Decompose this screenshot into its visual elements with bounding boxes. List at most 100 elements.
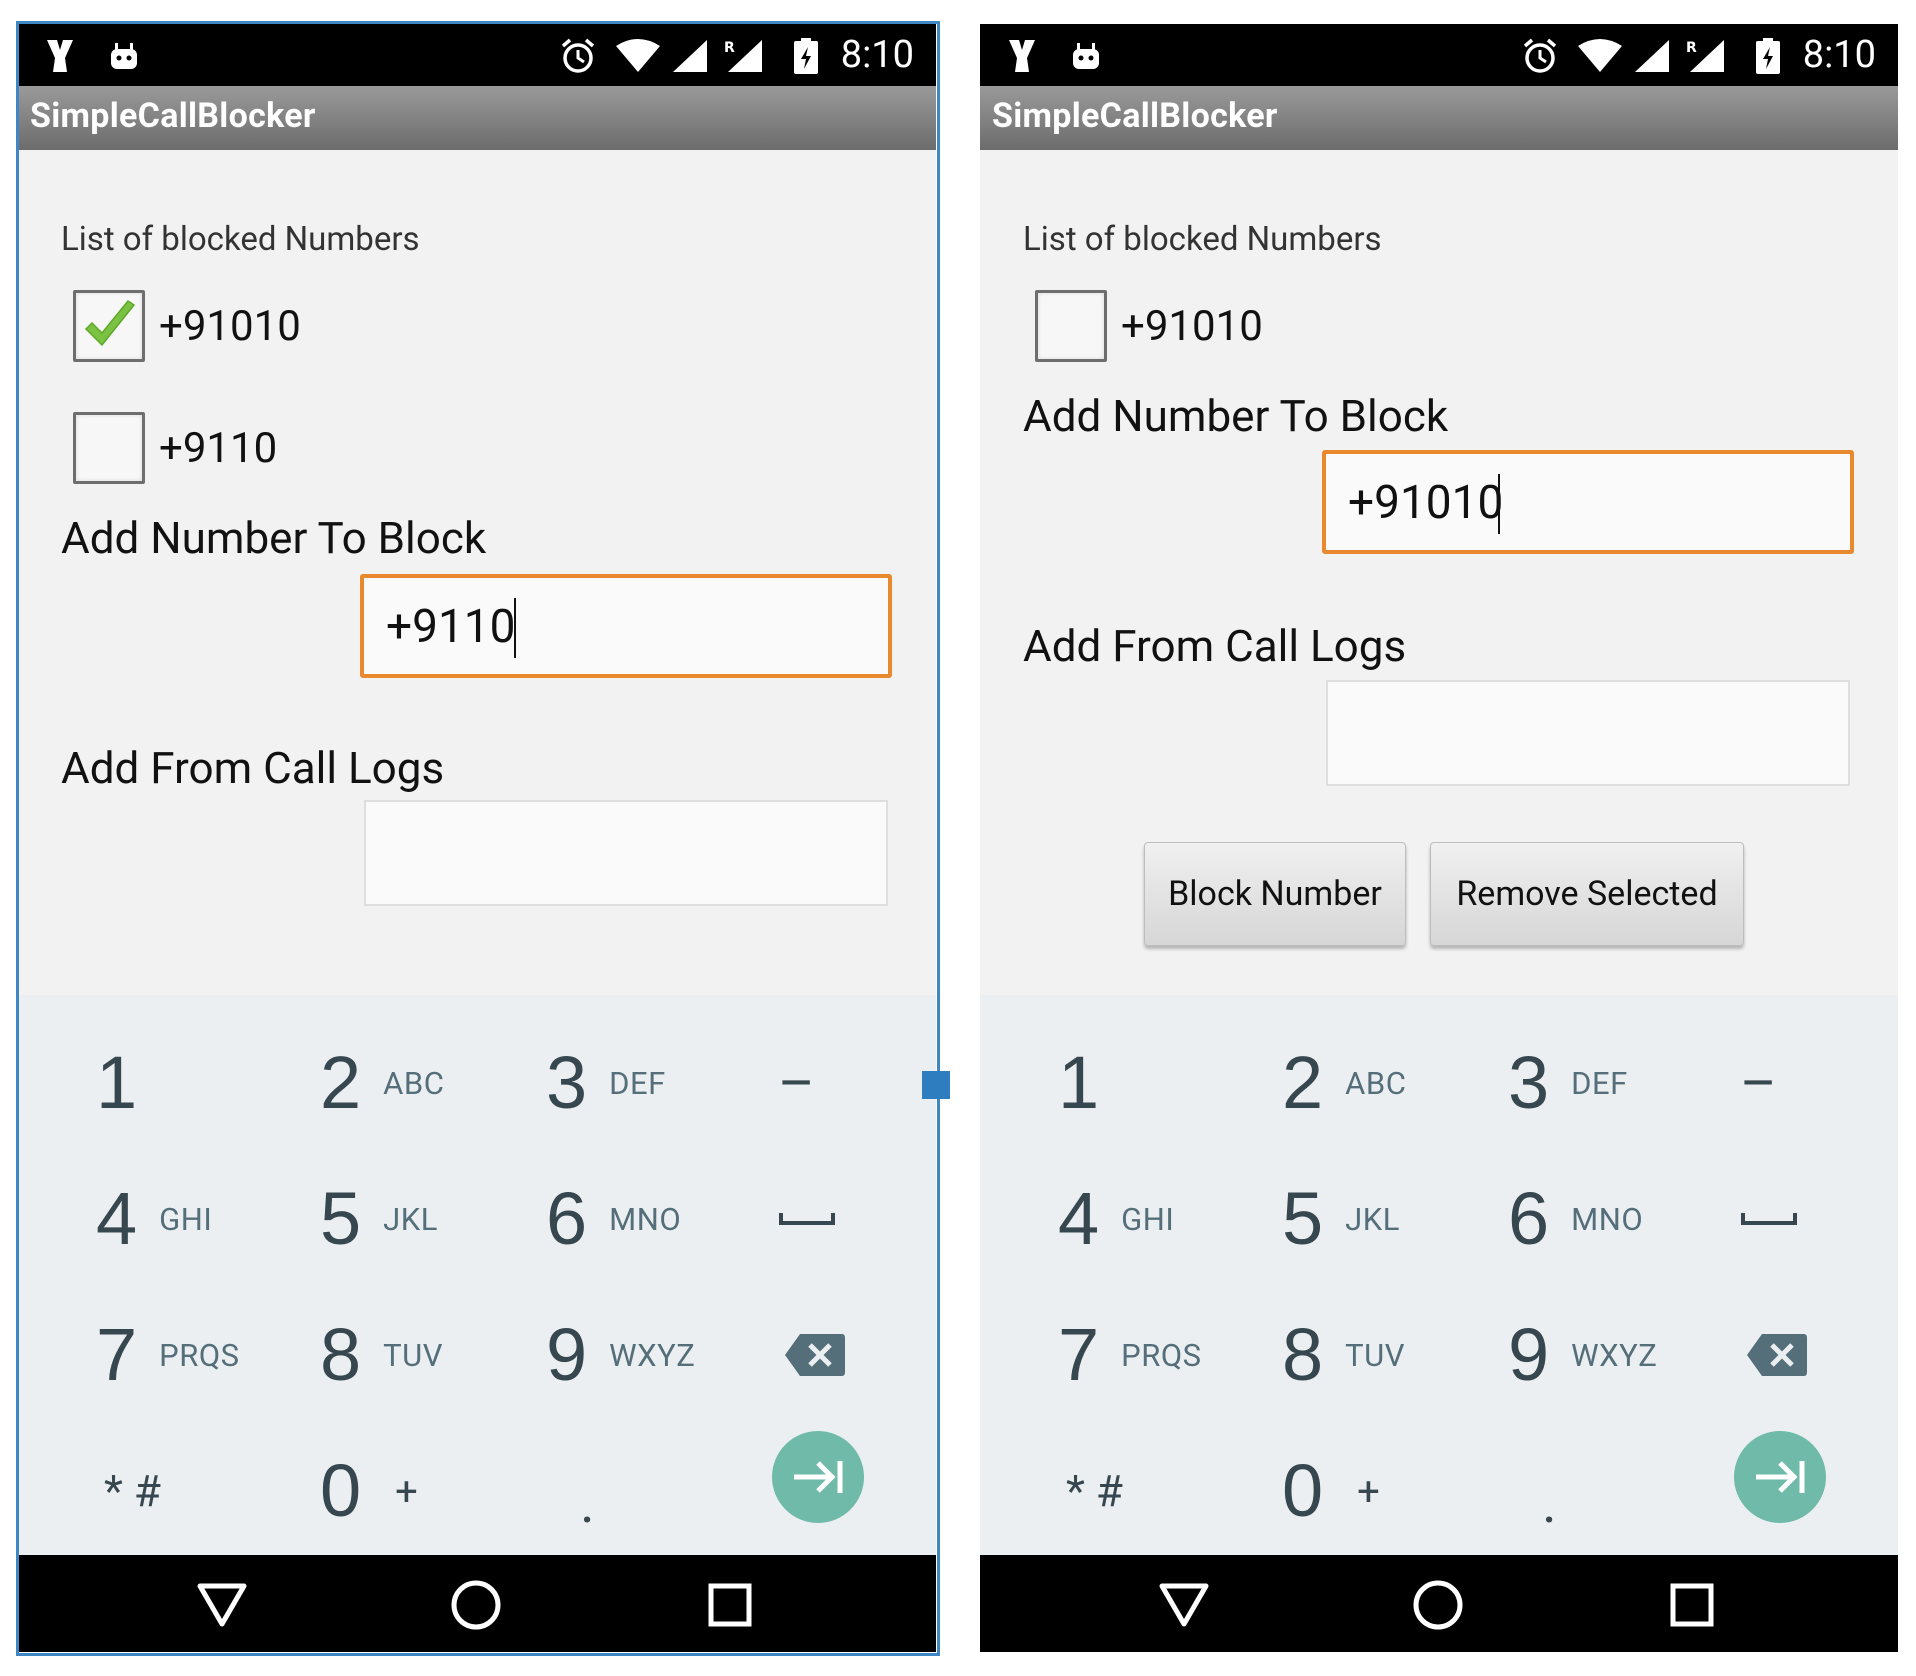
roaming-signal-icon: R <box>1686 36 1726 76</box>
battery-icon <box>1754 36 1782 76</box>
key-6[interactable]: 6 MNO <box>546 1151 774 1287</box>
number-input[interactable]: +91010 <box>1322 450 1854 554</box>
main-content: List of blocked Numbers +91010 +9110 Add… <box>18 150 936 995</box>
check-icon <box>84 299 136 347</box>
remove-selected-button[interactable]: Remove Selected <box>1430 842 1744 946</box>
call-logs-label: Add From Call Logs <box>1023 620 1407 672</box>
key-star-hash[interactable]: * # <box>104 1423 332 1559</box>
backspace-icon <box>785 1334 845 1376</box>
navigation-bar <box>18 1555 936 1652</box>
call-logs-field[interactable] <box>364 800 888 906</box>
number-input-value: +91010 <box>1348 476 1504 530</box>
blocked-number-label: +91010 <box>159 301 301 351</box>
svg-text:R: R <box>1686 40 1697 56</box>
recents-button[interactable] <box>700 1577 760 1633</box>
recents-button[interactable] <box>1662 1577 1722 1633</box>
space-icon <box>1741 1213 1797 1225</box>
action-bar: SimpleCallBlocker <box>18 86 936 150</box>
key-9[interactable]: 9 WXYZ <box>546 1287 774 1423</box>
alarm-icon <box>1520 36 1560 76</box>
home-button[interactable] <box>1408 1577 1468 1633</box>
next-icon <box>1756 1461 1805 1493</box>
blocked-list-header: List of blocked Numbers <box>1023 220 1382 259</box>
key-dot[interactable]: . <box>1542 1435 1770 1571</box>
key-dot[interactable]: . <box>580 1435 808 1571</box>
status-bar: R 8:10 <box>980 24 1898 86</box>
key-star-hash[interactable]: * # <box>1066 1423 1294 1559</box>
key-9[interactable]: 9 WXYZ <box>1508 1287 1736 1423</box>
add-number-label: Add Number To Block <box>61 512 487 564</box>
text-cursor <box>514 598 516 658</box>
key-minus[interactable]: – <box>778 1015 936 1151</box>
navigation-bar <box>980 1555 1898 1652</box>
key-6[interactable]: 6 MNO <box>1508 1151 1736 1287</box>
number-input-value: +9110 <box>386 600 516 654</box>
key-7[interactable]: 7 PRQS <box>96 1287 324 1423</box>
phone-screen-left: R 8:10 SimpleCallBlocker List of blocked… <box>18 24 936 1652</box>
battery-icon <box>792 36 820 76</box>
recents-icon <box>708 1583 752 1627</box>
home-button[interactable] <box>446 1577 506 1633</box>
back-button[interactable] <box>1154 1577 1214 1633</box>
key-backspace[interactable] <box>784 1287 936 1423</box>
key-8[interactable]: 8 TUV <box>1282 1287 1510 1423</box>
key-0[interactable]: 0 + <box>320 1423 548 1559</box>
next-button[interactable] <box>1734 1431 1826 1523</box>
roaming-signal-icon: R <box>724 36 764 76</box>
block-number-button[interactable]: Block Number <box>1144 842 1406 946</box>
back-button[interactable] <box>192 1577 252 1633</box>
back-icon <box>1159 1583 1209 1627</box>
android-icon <box>106 36 142 76</box>
key-4[interactable]: 4 GHI <box>96 1151 324 1287</box>
number-input[interactable]: +9110 <box>360 574 892 678</box>
key-2[interactable]: 2 ABC <box>320 1015 548 1151</box>
blocked-number-label: +91010 <box>1121 301 1263 351</box>
status-time: 8:10 <box>840 33 914 77</box>
next-button[interactable] <box>772 1431 864 1523</box>
dolby-icon <box>1004 36 1040 76</box>
wifi-icon <box>614 36 662 76</box>
checkbox-unchecked[interactable] <box>73 412 145 484</box>
key-8[interactable]: 8 TUV <box>320 1287 548 1423</box>
key-space[interactable] <box>1740 1151 1898 1287</box>
app-title: SimpleCallBlocker <box>992 96 1278 136</box>
blocked-number-item[interactable]: +9110 <box>73 412 277 484</box>
svg-text:R: R <box>724 40 735 56</box>
key-7[interactable]: 7 PRQS <box>1058 1287 1286 1423</box>
key-4[interactable]: 4 GHI <box>1058 1151 1286 1287</box>
home-icon <box>451 1580 501 1630</box>
key-backspace[interactable] <box>1746 1287 1898 1423</box>
app-title: SimpleCallBlocker <box>30 96 316 136</box>
blocked-list-header: List of blocked Numbers <box>61 220 420 259</box>
text-cursor <box>1498 474 1500 534</box>
alarm-icon <box>558 36 598 76</box>
numeric-keypad: 1 2 ABC 3 DEF – 4 GHI 5 JKL 6 MNO 7 PRQS 8 TUV … <box>980 995 1898 1555</box>
add-number-label: Add Number To Block <box>1023 390 1449 442</box>
key-2[interactable]: 2 ABC <box>1282 1015 1510 1151</box>
back-icon <box>197 1583 247 1627</box>
key-3[interactable]: 3 DEF <box>546 1015 774 1151</box>
call-logs-field[interactable] <box>1326 680 1850 786</box>
key-space[interactable] <box>778 1151 936 1287</box>
space-icon <box>779 1213 835 1225</box>
key-1[interactable]: 1 <box>1058 1015 1286 1151</box>
blocked-number-item[interactable]: +91010 <box>73 290 301 362</box>
next-icon <box>794 1461 843 1493</box>
key-0[interactable]: 0 + <box>1282 1423 1510 1559</box>
recents-icon <box>1670 1583 1714 1627</box>
checkbox-checked[interactable] <box>73 290 145 362</box>
call-logs-label: Add From Call Logs <box>61 742 445 794</box>
phone-screen-right: R 8:10 SimpleCallBlocker List of blocked… <box>980 24 1898 1652</box>
key-5[interactable]: 5 JKL <box>1282 1151 1510 1287</box>
resize-handle[interactable] <box>922 1071 950 1099</box>
main-content: List of blocked Numbers +91010 Add Numbe… <box>980 150 1898 995</box>
blocked-number-item[interactable]: +91010 <box>1035 290 1263 362</box>
action-bar: SimpleCallBlocker <box>980 86 1898 150</box>
key-1[interactable]: 1 <box>96 1015 324 1151</box>
checkbox-unchecked[interactable] <box>1035 290 1107 362</box>
key-3[interactable]: 3 DEF <box>1508 1015 1736 1151</box>
key-minus[interactable]: – <box>1740 1015 1898 1151</box>
android-icon <box>1068 36 1104 76</box>
key-5[interactable]: 5 JKL <box>320 1151 548 1287</box>
home-icon <box>1413 1580 1463 1630</box>
